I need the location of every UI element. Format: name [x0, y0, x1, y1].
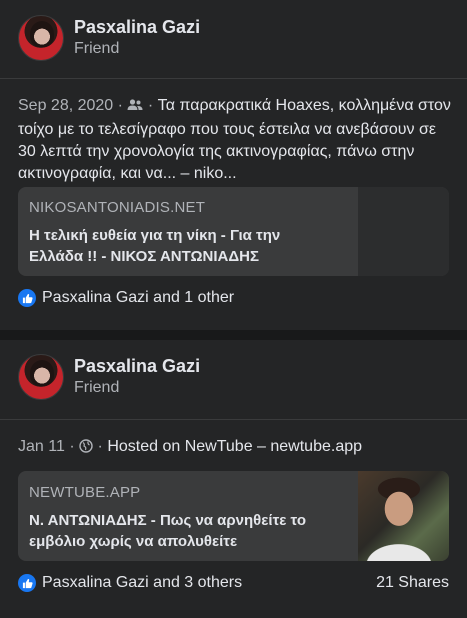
reactions-bar: Pasxalina Gazi and 1 other [18, 289, 449, 307]
like-reaction-icon[interactable] [18, 574, 36, 592]
separator-dot: · [69, 438, 75, 455]
author-relation: Friend [74, 379, 120, 396]
shares-count[interactable]: 21 Shares [376, 574, 449, 592]
author-name[interactable]: Pasxalina Gazi [74, 16, 200, 38]
post-header: Pasxalina Gazi Friend [18, 15, 200, 61]
author-relation: Friend [74, 40, 120, 57]
link-title[interactable]: Η τελική ευθεία για τη νίκη - Για την [29, 225, 280, 246]
separator-dot: · [97, 438, 103, 455]
link-domain: NIKOSANTONIADIS.NET [29, 199, 206, 216]
link-domain: NEWTUBE.APP [29, 484, 141, 501]
link-title[interactable]: εμβόλιο χωρίς να απολυθείτε [29, 531, 306, 552]
post-card: Pasxalina Gazi Friend Sep 28, 2020 · · Τ… [0, 0, 467, 330]
reactions-text[interactable]: Pasxalina Gazi and 1 other [42, 289, 234, 307]
author-name[interactable]: Pasxalina Gazi [74, 355, 200, 377]
avatar[interactable] [18, 15, 64, 61]
post-body: Sep 28, 2020 · · Τα παρακρατικά Hoaxes, … [18, 95, 453, 185]
friends-icon [127, 97, 143, 119]
link-thumbnail[interactable] [358, 471, 449, 561]
link-title[interactable]: Ελλάδα !! - ΝΙΚΟΣ ΑΝΤΩΝΙΑΔΗΣ [29, 246, 280, 267]
like-reaction-icon[interactable] [18, 289, 36, 307]
globe-icon [79, 438, 93, 460]
link-title[interactable]: Ν. ΑΝΤΩΝΙΑΔΗΣ - Πως να αρνηθείτε το [29, 510, 306, 531]
separator-dot: · [117, 97, 123, 114]
divider [0, 78, 467, 79]
post-header: Pasxalina Gazi Friend [18, 354, 200, 400]
avatar[interactable] [18, 354, 64, 400]
post-body: Jan 11 · · Hosted on NewTube – newtube.a… [18, 436, 453, 460]
reactions-text[interactable]: Pasxalina Gazi and 3 others [42, 574, 242, 592]
link-preview[interactable]: NIKOSANTONIADIS.NET Η τελική ευθεία για … [18, 187, 449, 276]
post-card: Pasxalina Gazi Friend Jan 11 · · Hosted … [0, 340, 467, 618]
post-date[interactable]: Sep 28, 2020 [18, 97, 113, 114]
link-thumbnail[interactable] [358, 187, 449, 276]
reactions-bar: Pasxalina Gazi and 3 others 21 Shares [18, 574, 449, 592]
post-text: Hosted on NewTube – newtube.app [107, 438, 363, 455]
divider [0, 419, 467, 420]
separator-dot: · [147, 97, 154, 114]
post-date[interactable]: Jan 11 [18, 438, 65, 455]
link-preview[interactable]: NEWTUBE.APP Ν. ΑΝΤΩΝΙΑΔΗΣ - Πως να αρνηθ… [18, 471, 449, 561]
